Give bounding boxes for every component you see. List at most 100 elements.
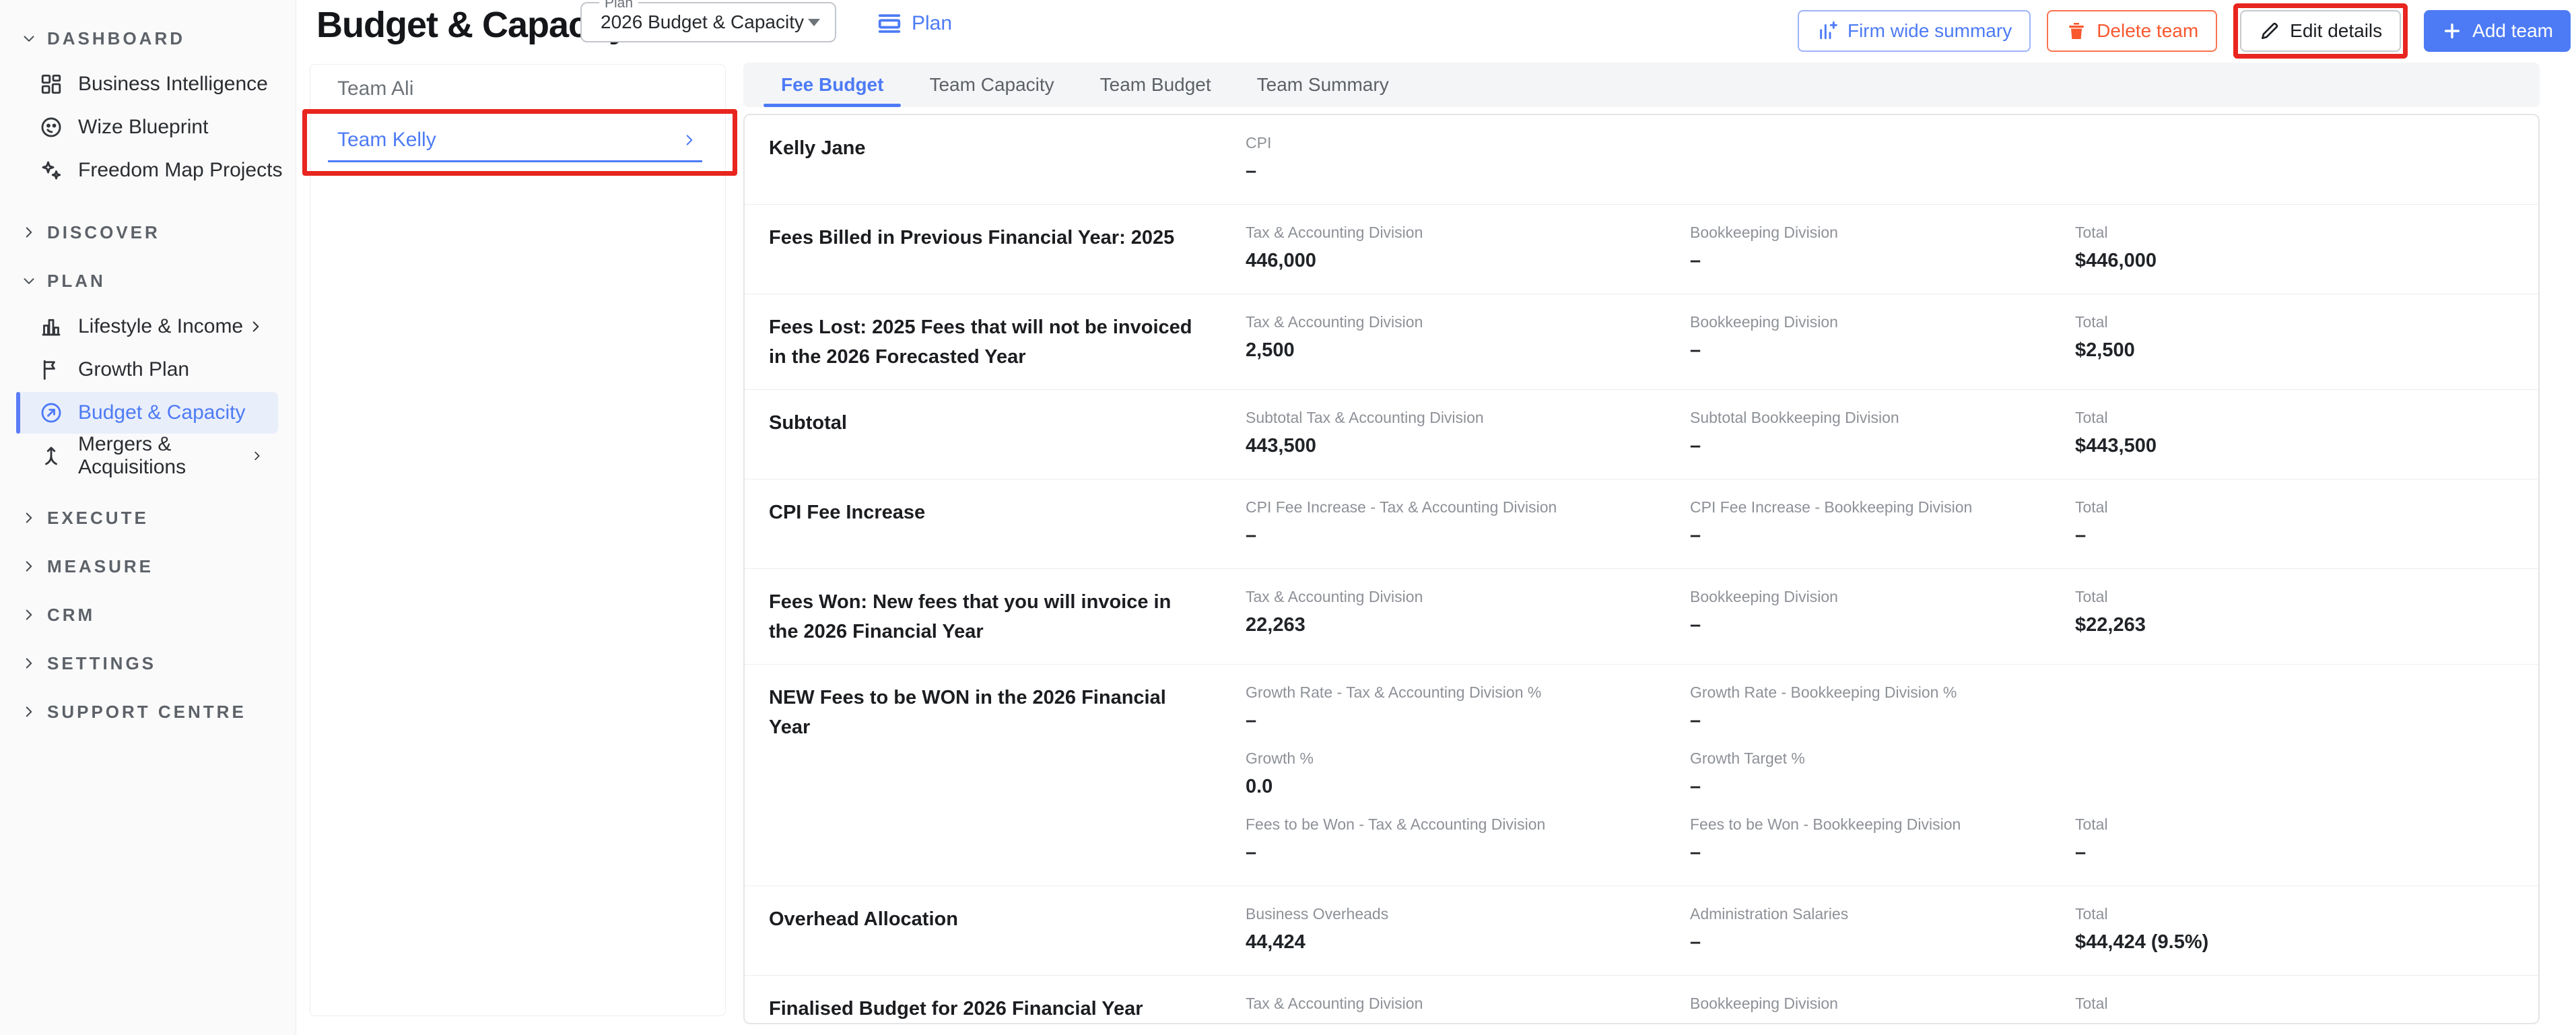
row-label: CPI Fee Increase xyxy=(769,502,926,523)
field-header: Business Overheads xyxy=(1246,905,1389,923)
chevron-right-icon xyxy=(26,561,32,572)
sidebar-section-crm[interactable]: CRM xyxy=(0,597,296,633)
field-value: – xyxy=(1690,842,1701,863)
fee-budget-row: Fees Billed in Previous Financial Year: … xyxy=(745,205,2538,294)
chevron-right-icon xyxy=(26,227,32,238)
delete-team-button[interactable]: Delete team xyxy=(2047,10,2218,52)
field-cell: Fees to be Won - Tax & Accounting Divisi… xyxy=(1246,815,1690,864)
firm-wide-summary-label: Firm wide summary xyxy=(1847,20,2012,41)
tab-team-budget[interactable]: Team Budget xyxy=(1077,63,1234,107)
sidebar-section-plan[interactable]: PLAN xyxy=(0,263,296,299)
chevron-right-icon xyxy=(686,135,693,145)
edit-details-button[interactable]: Edit details xyxy=(2240,10,2402,52)
row-fields: CPI Fee Increase - Tax & Accounting Divi… xyxy=(1246,498,2514,551)
team-list-item-team-kelly[interactable]: Team Kelly xyxy=(302,109,737,176)
chevron-down-icon xyxy=(808,18,820,26)
field-header: Total xyxy=(2075,409,2108,426)
sidebar-section-dashboard[interactable]: DASHBOARD xyxy=(0,20,296,57)
sidebar-item-lifestyle-income[interactable]: Lifestyle & Income xyxy=(0,306,296,347)
field-value: 22,263 xyxy=(1246,614,1306,636)
field-cell: Tax & Accounting Division 446,000 xyxy=(1246,224,1690,272)
chevron-right-icon xyxy=(26,512,32,523)
sidebar-item-mergers-acquisitions[interactable]: Mergers & Acquisitions xyxy=(0,433,296,478)
sidebar-section-label: DASHBOARD xyxy=(47,28,185,48)
field-cell: Total $465,763 xyxy=(2075,995,2514,1023)
chevron-down-icon xyxy=(24,36,34,42)
pencil-icon xyxy=(2262,22,2278,39)
chevron-right-icon xyxy=(26,658,32,669)
tab-fee-budget[interactable]: Fee Budget xyxy=(758,63,906,107)
sidebar-section-settings[interactable]: SETTINGS xyxy=(0,645,296,681)
sidebar-section-label: PLAN xyxy=(47,270,106,291)
chevron-right-icon xyxy=(26,706,32,717)
plan-button[interactable]: Plan xyxy=(877,8,952,39)
team-list-item-team-ali[interactable]: Team Ali xyxy=(310,65,725,112)
tab-team-capacity[interactable]: Team Capacity xyxy=(906,63,1077,107)
field-cell: Growth % 0.0 xyxy=(1246,749,1690,798)
tab-team-summary[interactable]: Team Summary xyxy=(1234,63,1412,107)
fee-budget-card: Kelly Jane CPI – Fees Billed in Previous Fi… xyxy=(743,114,2540,1024)
chevron-right-icon xyxy=(26,609,32,620)
sidebar-item-label: Lifestyle & Income xyxy=(78,315,244,337)
field-value: – xyxy=(1690,250,1701,271)
field-value: 443,500 xyxy=(1246,435,1316,457)
field-value: 0 xyxy=(1690,1021,2075,1023)
field-cell: Tax & Accounting Division 465,763 xyxy=(1246,995,1690,1023)
sidebar-section-discover[interactable]: DISCOVER xyxy=(0,214,296,251)
field-header: Growth % xyxy=(1246,749,1314,767)
field-value: $446,000 xyxy=(2075,250,2157,271)
row-fields: Growth Rate - Tax & Accounting Division … xyxy=(1246,683,2514,868)
field-value: – xyxy=(1690,435,1701,457)
field-cell: Total – xyxy=(2075,815,2514,864)
sparkles-icon xyxy=(42,161,61,180)
tab-label: Fee Budget xyxy=(781,74,884,95)
field-header: Tax & Accounting Division xyxy=(1246,313,1423,331)
field-header: Growth Rate - Tax & Accounting Division … xyxy=(1246,683,1542,701)
row-fields: Tax & Accounting Division 446,000 Bookkeep… xyxy=(1246,224,2514,276)
field-value: – xyxy=(1690,931,1701,953)
field-cell: CPI – xyxy=(1246,134,1690,182)
chart-summary-icon xyxy=(1820,21,1837,40)
sidebar-section-execute[interactable]: EXECUTE xyxy=(0,500,296,536)
row-label: Finalised Budget for 2026 Financial Year xyxy=(769,998,1143,1020)
field-value: – xyxy=(1690,525,1701,546)
field-header: Subtotal Tax & Accounting Division xyxy=(1246,409,1484,426)
sidebar-item-growth-plan[interactable]: Growth Plan xyxy=(0,349,296,391)
sidebar-section-measure[interactable]: MEASURE xyxy=(0,548,296,585)
firm-wide-summary-button[interactable]: Firm wide summary xyxy=(1797,10,2031,52)
field-header: Total xyxy=(2075,313,2108,331)
sidebar-item-wize-blueprint[interactable]: Wize Blueprint xyxy=(0,106,296,148)
tab-bar: Fee Budget Team Capacity Team Budget Team S… xyxy=(743,63,2540,107)
fee-budget-row: Kelly Jane CPI – xyxy=(745,115,2538,205)
field-header: Tax & Accounting Division xyxy=(1246,995,1423,1012)
tab-label: Team Capacity xyxy=(929,74,1054,95)
team-name: Team Kelly xyxy=(337,129,436,151)
chevron-down-icon xyxy=(24,278,34,284)
field-header: Tax & Accounting Division xyxy=(1246,224,1423,241)
field-header: Total xyxy=(2075,498,2108,516)
fee-budget-row: Finalised Budget for 2026 Financial Year… xyxy=(745,976,2538,1023)
field-header: Tax & Accounting Division xyxy=(1246,588,1423,605)
sidebar-item-label: Growth Plan xyxy=(78,358,190,380)
plan-select-value: 2026 Budget & Capacity xyxy=(601,11,804,32)
sidebar-item-label: Mergers & Acquisitions xyxy=(78,433,187,478)
plan-select[interactable]: Plan 2026 Budget & Capacity xyxy=(580,0,836,42)
sidebar-item-freedom-map-projects[interactable]: Freedom Map Projects xyxy=(0,149,296,191)
sidebar-section-label: MEASURE xyxy=(47,556,154,576)
sidebar-item-budget-capacity[interactable]: Budget & Capacity xyxy=(16,392,278,434)
field-header: Fees to be Won - Bookkeeping Division xyxy=(1690,815,1961,833)
field-cell: Total $446,000 xyxy=(2075,224,2514,272)
field-cell: Growth Rate - Tax & Accounting Division … xyxy=(1246,683,1690,732)
add-team-button[interactable]: Add team xyxy=(2424,10,2571,52)
sidebar-item-business-intelligence[interactable]: Business Intelligence xyxy=(0,63,296,105)
fee-budget-row: Fees Won: New fees that you will invoice… xyxy=(745,569,2538,665)
row-label: NEW Fees to be WON in the 2026 Financial… xyxy=(769,687,1166,738)
field-value: $2,500 xyxy=(2075,339,2135,361)
plan-select-label: Plan xyxy=(599,0,639,11)
row-label: Subtotal xyxy=(769,412,847,434)
field-cell: Growth Target % – xyxy=(1690,749,2075,798)
sidebar-section-support-centre[interactable]: SUPPORT CENTRE xyxy=(0,694,296,730)
field-cell: Total $44,424 (9.5%) xyxy=(2075,905,2514,954)
row-fields: Tax & Accounting Division 22,263 Bookkeepi… xyxy=(1246,588,2514,646)
fee-budget-row: Subtotal Subtotal Tax & Accounting Divisi… xyxy=(745,390,2538,479)
